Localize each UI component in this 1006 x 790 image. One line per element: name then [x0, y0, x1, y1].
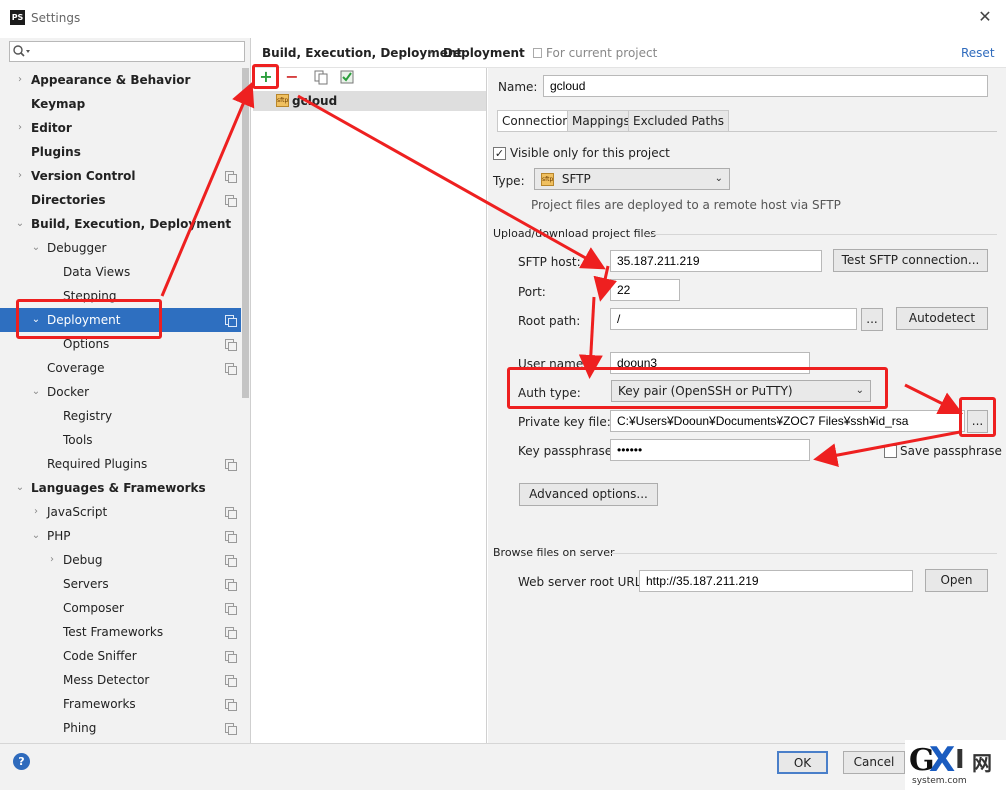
annotation-arrows	[160, 81, 964, 468]
help-icon[interactable]: ?	[13, 753, 30, 770]
watermark-i: I	[955, 745, 965, 775]
arrow-to-auth-type	[578, 296, 603, 379]
arrow-to-key-browse	[904, 383, 964, 415]
arrow-to-port	[593, 265, 617, 302]
cancel-button[interactable]: Cancel	[843, 751, 905, 774]
arrow-to-add-button	[160, 81, 255, 297]
watermark-domain: system.com	[912, 776, 967, 786]
ok-button[interactable]: OK	[777, 751, 828, 774]
watermark-x: X	[929, 740, 956, 780]
watermark-net: 网	[972, 751, 992, 775]
arrow-to-sftp-host	[297, 94, 606, 270]
arrow-to-passphrase	[813, 430, 961, 468]
